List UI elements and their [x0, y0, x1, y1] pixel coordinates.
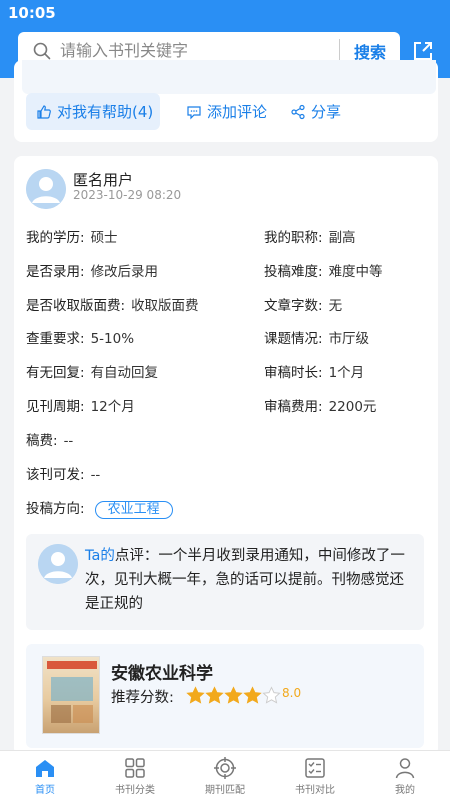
- field-difficulty: 投稿难度: 难度中等: [264, 264, 383, 280]
- share-button[interactable]: 分享: [290, 101, 341, 122]
- search-input[interactable]: [60, 41, 339, 60]
- rating-label: 推荐分数:: [111, 690, 174, 706]
- journal-cover-image[interactable]: [42, 656, 100, 734]
- tab-home[interactable]: 首页: [0, 751, 90, 800]
- add-comment-button[interactable]: 添加评论: [186, 101, 267, 122]
- share-label: 分享: [311, 103, 342, 121]
- journal-title[interactable]: 安徽农业科学: [111, 659, 213, 684]
- grid-icon: [125, 758, 145, 778]
- review-time: 2023-10-29 08:20: [73, 188, 182, 202]
- checklist-icon: [305, 758, 325, 778]
- star-filled-icon: [205, 686, 224, 704]
- field-reply: 有无回复: 有自动回复: [26, 365, 159, 381]
- tab-categories[interactable]: 书刊分类: [90, 751, 180, 800]
- search-icon: [24, 42, 60, 60]
- star-filled-icon: [186, 686, 205, 704]
- status-time: 10:05: [8, 4, 56, 22]
- star-filled-icon: [224, 686, 243, 704]
- home-icon: [36, 760, 54, 777]
- comment-text: Ta的点评：一个半月收到录用通知，中间修改了一次，见刊大概一年，急的话可以提前。…: [85, 548, 405, 612]
- field-plagiarism: 查重要求: 5-10%: [26, 331, 135, 347]
- field-project: 课题情况: 市厅级: [264, 331, 370, 347]
- previous-review-strip: [22, 60, 436, 94]
- user-icon: [395, 758, 415, 779]
- field-review-time: 审稿时长: 1个月: [264, 365, 365, 381]
- thumbs-up-icon: [37, 104, 51, 119]
- field-page-fee: 是否收取版面费: 收取版面费: [26, 298, 199, 314]
- add-comment-label: 添加评论: [207, 103, 268, 121]
- field-review-fee: 审稿费用: 2200元: [264, 399, 377, 415]
- helpful-button[interactable]: 对我有帮助(4): [26, 93, 160, 130]
- field-direction: 投稿方向: 农业工程: [26, 497, 173, 519]
- share-icon: [291, 104, 305, 119]
- field-education: 我的学历: 硕士: [26, 230, 118, 246]
- field-publishable: 该刊可发: --: [26, 467, 101, 483]
- field-accepted: 是否录用: 修改后录用: [26, 264, 159, 280]
- field-publish-cycle: 见刊周期: 12个月: [26, 399, 135, 415]
- search-button[interactable]: 搜索: [340, 39, 400, 63]
- field-title: 我的职称: 副高: [264, 230, 356, 246]
- rating-stars: [186, 686, 281, 705]
- target-icon: [214, 757, 236, 779]
- star-empty-icon: [262, 686, 281, 704]
- bottom-tab-bar: 首页 书刊分类 期刊匹配 书刊对比 我的: [0, 750, 450, 800]
- helpful-label: 对我有帮助(4): [57, 103, 154, 121]
- reviewer-avatar: [38, 544, 78, 584]
- direction-tag[interactable]: 农业工程: [94, 501, 173, 519]
- user-name: 匿名用户: [73, 171, 134, 189]
- comment-icon: [187, 105, 201, 119]
- tab-match[interactable]: 期刊匹配: [180, 751, 270, 800]
- avatar: [26, 169, 66, 209]
- field-royalty: 稿费: --: [26, 433, 74, 449]
- star-filled-icon: [243, 686, 262, 704]
- rating-score: 8.0: [282, 686, 302, 700]
- field-word-count: 文章字数: 无: [264, 298, 343, 314]
- tab-compare[interactable]: 书刊对比: [270, 751, 360, 800]
- tab-profile[interactable]: 我的: [360, 751, 450, 800]
